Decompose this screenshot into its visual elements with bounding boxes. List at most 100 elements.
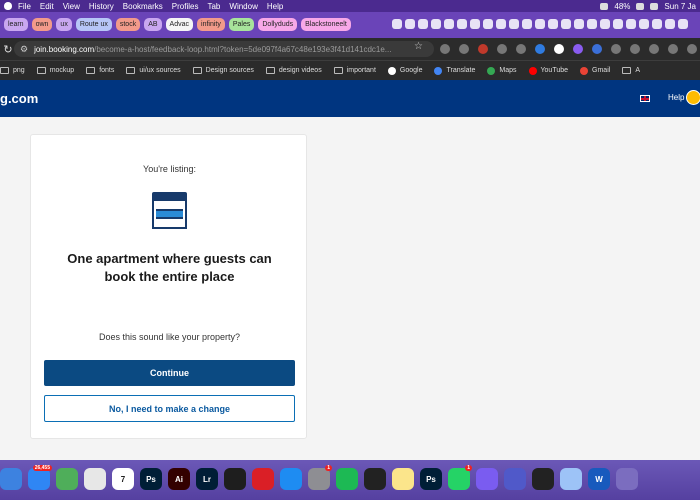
tab-favicon-icon[interactable]: [587, 19, 597, 29]
whatsapp-icon[interactable]: 1: [448, 465, 472, 490]
tab-group-pales[interactable]: Pales: [228, 18, 255, 31]
bookmark-design-videos[interactable]: design videos: [265, 67, 322, 74]
extension-icon[interactable]: [649, 44, 659, 54]
bookmark-mockup[interactable]: mockup: [36, 67, 74, 74]
url-field[interactable]: ⚙ join.booking.com /become-a-host/feedba…: [14, 41, 434, 57]
extension-icon[interactable]: [592, 44, 602, 54]
activity-icon[interactable]: [364, 468, 386, 490]
tab-favicon-icon[interactable]: [392, 19, 402, 29]
figma-icon[interactable]: [224, 468, 246, 490]
tab-group-infinity[interactable]: infinity: [197, 18, 225, 31]
extension-icon[interactable]: [611, 44, 621, 54]
bookmark-ui-ux-sources[interactable]: ui/ux sources: [126, 67, 181, 74]
tab-favicon-icon[interactable]: [457, 19, 467, 29]
photoshop-2-icon[interactable]: Ps: [420, 468, 442, 490]
tab-favicon-icon[interactable]: [444, 19, 454, 29]
tab-favicon-icon[interactable]: [626, 19, 636, 29]
bookmark-design-sources[interactable]: Design sources: [192, 67, 254, 74]
tab-group-dollyduds[interactable]: Dollyduds: [258, 18, 298, 31]
make-change-button[interactable]: No, I need to make a change: [44, 395, 295, 422]
tab-group-stock[interactable]: stock: [115, 18, 141, 31]
menu-edit[interactable]: Edit: [40, 2, 54, 11]
continue-button[interactable]: Continue: [44, 360, 295, 386]
app-store-icon[interactable]: [280, 468, 302, 490]
booking-logo[interactable]: g.com: [0, 91, 38, 106]
extension-icon[interactable]: [573, 44, 583, 54]
creative-cloud-icon[interactable]: [252, 468, 274, 490]
teams-icon[interactable]: [504, 468, 526, 490]
battery-icon[interactable]: [636, 2, 645, 10]
tab-group-advac[interactable]: Advac: [165, 18, 194, 31]
extension-icon[interactable]: [535, 44, 545, 54]
menu-window[interactable]: Window: [229, 2, 257, 11]
menu-history[interactable]: History: [89, 2, 114, 11]
control-center-icon[interactable]: [650, 2, 659, 10]
settings-icon[interactable]: 1: [308, 465, 332, 490]
bookmark-youtube[interactable]: YouTube: [528, 66, 568, 75]
tab-favicon-icon[interactable]: [431, 19, 441, 29]
quicktime-icon[interactable]: [532, 468, 554, 490]
bookmark-star-icon[interactable]: ☆: [414, 41, 423, 52]
tab-favicon-icon[interactable]: [678, 19, 688, 29]
tab-favicon-icon[interactable]: [574, 19, 584, 29]
photoshop-icon[interactable]: Ps: [140, 468, 162, 490]
extension-icon[interactable]: [687, 44, 697, 54]
tab-favicon-icon[interactable]: [652, 19, 662, 29]
extension-icon[interactable]: [478, 44, 488, 54]
tab-favicon-icon[interactable]: [522, 19, 532, 29]
tab-favicon-icon[interactable]: [496, 19, 506, 29]
tab-group-ux[interactable]: ux: [56, 18, 72, 31]
shortcuts-icon[interactable]: [476, 468, 498, 490]
maps-icon[interactable]: [56, 468, 78, 490]
tab-favicon-icon[interactable]: [535, 19, 545, 29]
tab-favicon-icon[interactable]: [470, 19, 480, 29]
finder-icon[interactable]: [0, 468, 22, 490]
menu-tab[interactable]: Tab: [207, 2, 220, 11]
uk-flag-icon[interactable]: [640, 95, 650, 102]
extension-icon[interactable]: [554, 44, 564, 54]
tab-favicon-icon[interactable]: [405, 19, 415, 29]
menu-help[interactable]: Help: [267, 2, 283, 11]
bookmark-gmail[interactable]: Gmail: [580, 66, 610, 75]
word-icon[interactable]: W: [588, 468, 610, 490]
menu-profiles[interactable]: Profiles: [172, 2, 199, 11]
bookmark-a[interactable]: A: [622, 67, 640, 74]
apple-icon[interactable]: [4, 2, 12, 10]
tab-favicon-icon[interactable]: [483, 19, 493, 29]
menu-file[interactable]: File: [18, 2, 31, 11]
bookmark-google[interactable]: Google: [387, 66, 422, 75]
spotify-icon[interactable]: [336, 468, 358, 490]
help-link[interactable]: Help: [668, 93, 684, 102]
extension-icon[interactable]: [459, 44, 469, 54]
notes-icon[interactable]: [392, 468, 414, 490]
extension-icon[interactable]: [440, 44, 450, 54]
tab-favicon-icon[interactable]: [665, 19, 675, 29]
tab-group-learn[interactable]: learn: [4, 18, 28, 31]
extension-icon[interactable]: [668, 44, 678, 54]
user-avatar[interactable]: [686, 90, 700, 105]
menu-bookmarks[interactable]: Bookmarks: [123, 2, 163, 11]
mail-icon[interactable]: 26,455: [28, 465, 52, 490]
tab-favicon-icon[interactable]: [639, 19, 649, 29]
wifi-icon[interactable]: [600, 2, 609, 10]
illustrator-icon[interactable]: Ai: [168, 468, 190, 490]
tab-favicon-icon[interactable]: [548, 19, 558, 29]
tab-favicon-icon[interactable]: [509, 19, 519, 29]
tab-group-ab[interactable]: AB: [144, 18, 162, 31]
bookmark-important[interactable]: important: [333, 67, 376, 74]
extension-icon[interactable]: [516, 44, 526, 54]
lightroom-icon[interactable]: Lr: [196, 468, 218, 490]
tab-favicon-icon[interactable]: [600, 19, 610, 29]
bookmark-translate[interactable]: Translate: [434, 66, 475, 75]
site-info-icon[interactable]: ⚙: [20, 44, 28, 55]
bookmark-fonts[interactable]: fonts: [86, 67, 114, 74]
tab-group-blackstoneelt[interactable]: Blackstoneelt: [301, 18, 351, 31]
clock[interactable]: Sun 7 Ja: [664, 2, 696, 11]
bookmark-maps[interactable]: Maps: [487, 66, 517, 75]
extension-icon[interactable]: [497, 44, 507, 54]
calendar-icon[interactable]: 7: [112, 468, 134, 490]
chrome-icon[interactable]: [84, 468, 106, 490]
tab-group-own[interactable]: own: [31, 18, 53, 31]
tab-group-route-ux[interactable]: Route ux: [75, 18, 112, 31]
preview-icon[interactable]: [560, 468, 582, 490]
